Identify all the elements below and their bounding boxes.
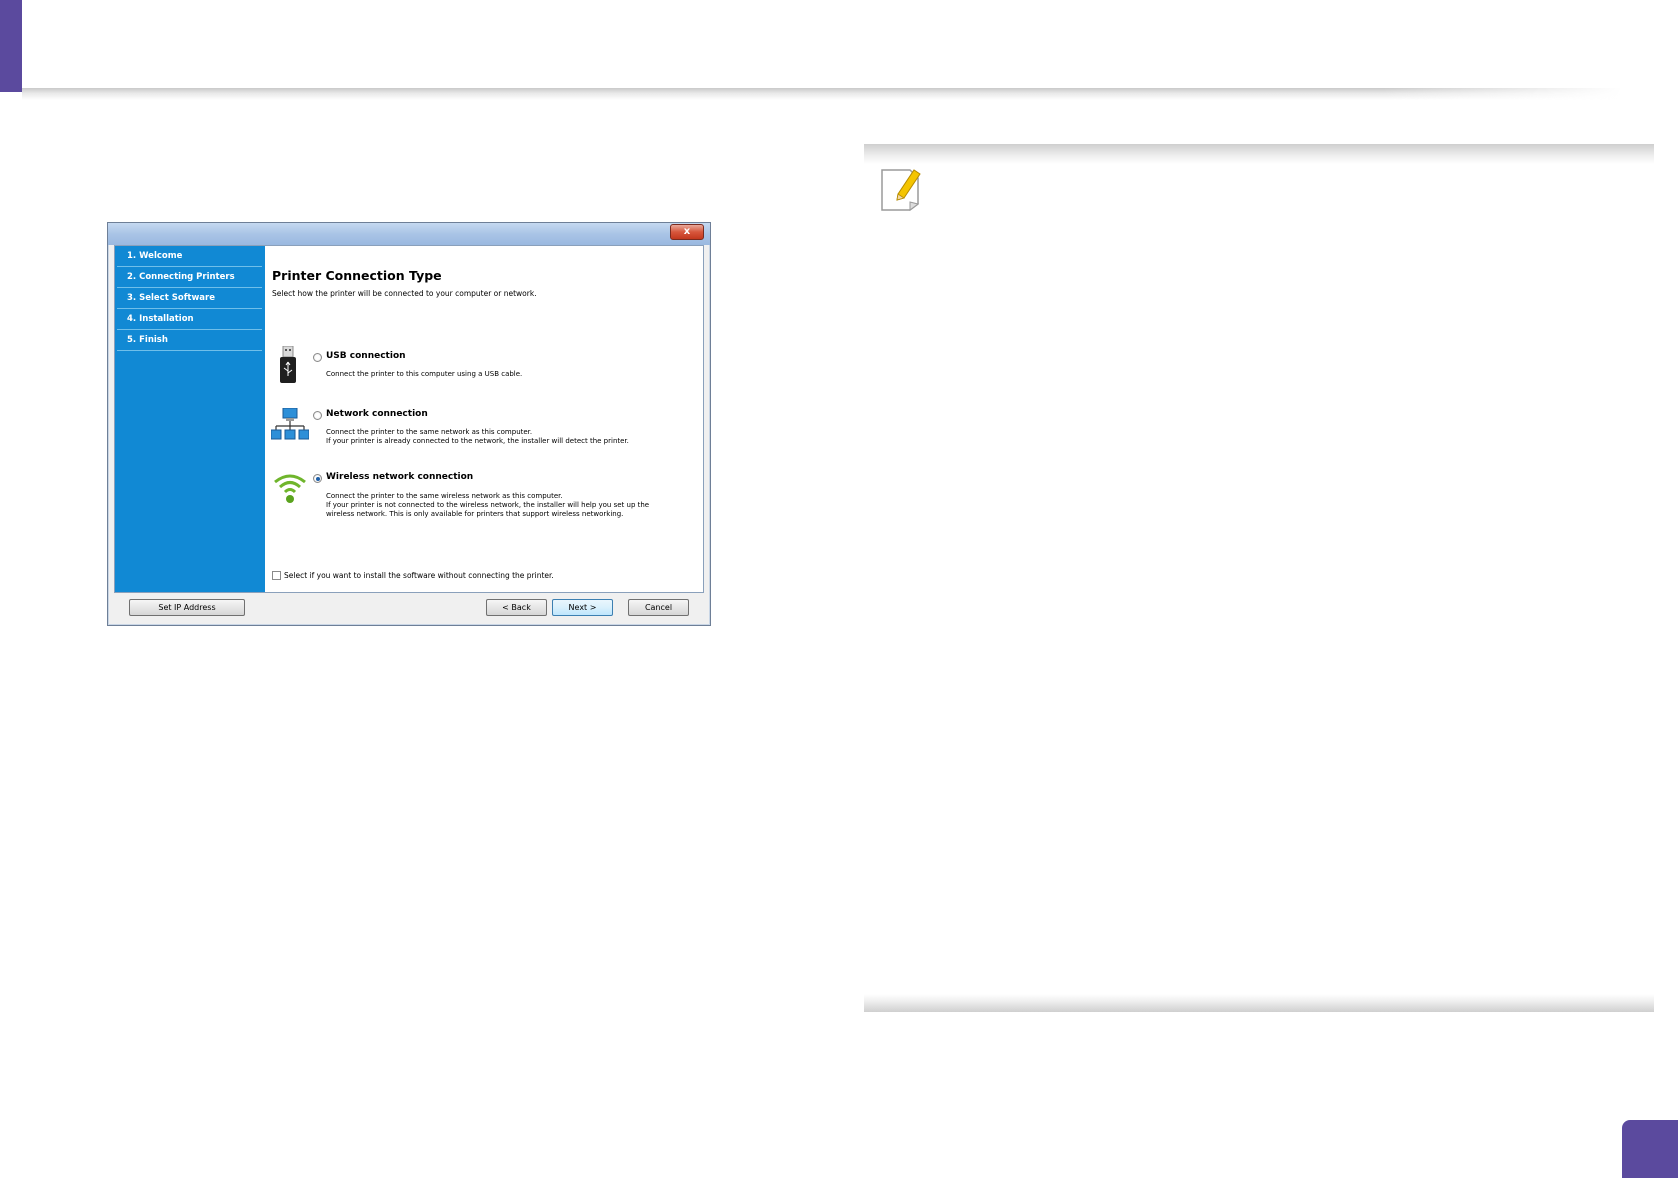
next-button[interactable]: Next > — [552, 599, 613, 616]
step-welcome: 1. Welcome — [117, 246, 262, 267]
wireless-connection-description: Connect the printer to the same wireless… — [326, 492, 650, 518]
header-divider — [22, 88, 1622, 100]
step-finish: 5. Finish — [117, 330, 262, 351]
back-button[interactable]: < Back — [486, 599, 547, 616]
usb-connection-radio[interactable] — [313, 353, 322, 362]
usb-connection-label[interactable]: USB connection — [326, 351, 406, 361]
step-select-software: 3. Select Software — [117, 288, 262, 309]
page-number-badge — [1622, 1120, 1678, 1178]
dialog-content: Printer Connection Type Select how the p… — [265, 246, 703, 592]
step-installation: 4. Installation — [117, 309, 262, 330]
set-ip-address-button[interactable]: Set IP Address — [129, 599, 245, 616]
network-connection-radio[interactable] — [313, 411, 322, 420]
wifi-icon — [274, 474, 306, 503]
wireless-connection-label[interactable]: Wireless network connection — [326, 472, 473, 482]
network-connection-label[interactable]: Network connection — [326, 409, 428, 419]
dialog-client-area: 1. Welcome 2. Connecting Printers 3. Sel… — [114, 245, 704, 593]
page-title: Printer Connection Type — [272, 268, 442, 283]
steps-sidebar: 1. Welcome 2. Connecting Printers 3. Sel… — [115, 246, 265, 592]
installer-dialog: x 1. Welcome 2. Connecting Printers 3. S… — [107, 222, 711, 626]
step-connecting-printers: 2. Connecting Printers — [117, 267, 262, 288]
install-without-connecting-checkbox[interactable] — [272, 571, 281, 580]
usb-icon — [280, 346, 296, 383]
note-panel-top-border — [864, 144, 1654, 164]
network-icon — [271, 408, 309, 440]
page-corner-tab — [0, 0, 22, 92]
cancel-button[interactable]: Cancel — [628, 599, 689, 616]
wireless-connection-radio[interactable] — [313, 474, 322, 483]
note-panel-bottom-border — [864, 994, 1654, 1012]
close-button[interactable]: x — [670, 224, 704, 240]
network-connection-description: Connect the printer to the same network … — [326, 428, 629, 445]
dialog-titlebar[interactable]: x — [108, 223, 710, 245]
usb-connection-description: Connect the printer to this computer usi… — [326, 370, 523, 378]
note-pencil-icon — [881, 169, 921, 211]
page-subtitle: Select how the printer will be connected… — [272, 289, 537, 298]
install-without-connecting-label[interactable]: Select if you want to install the softwa… — [284, 571, 554, 580]
